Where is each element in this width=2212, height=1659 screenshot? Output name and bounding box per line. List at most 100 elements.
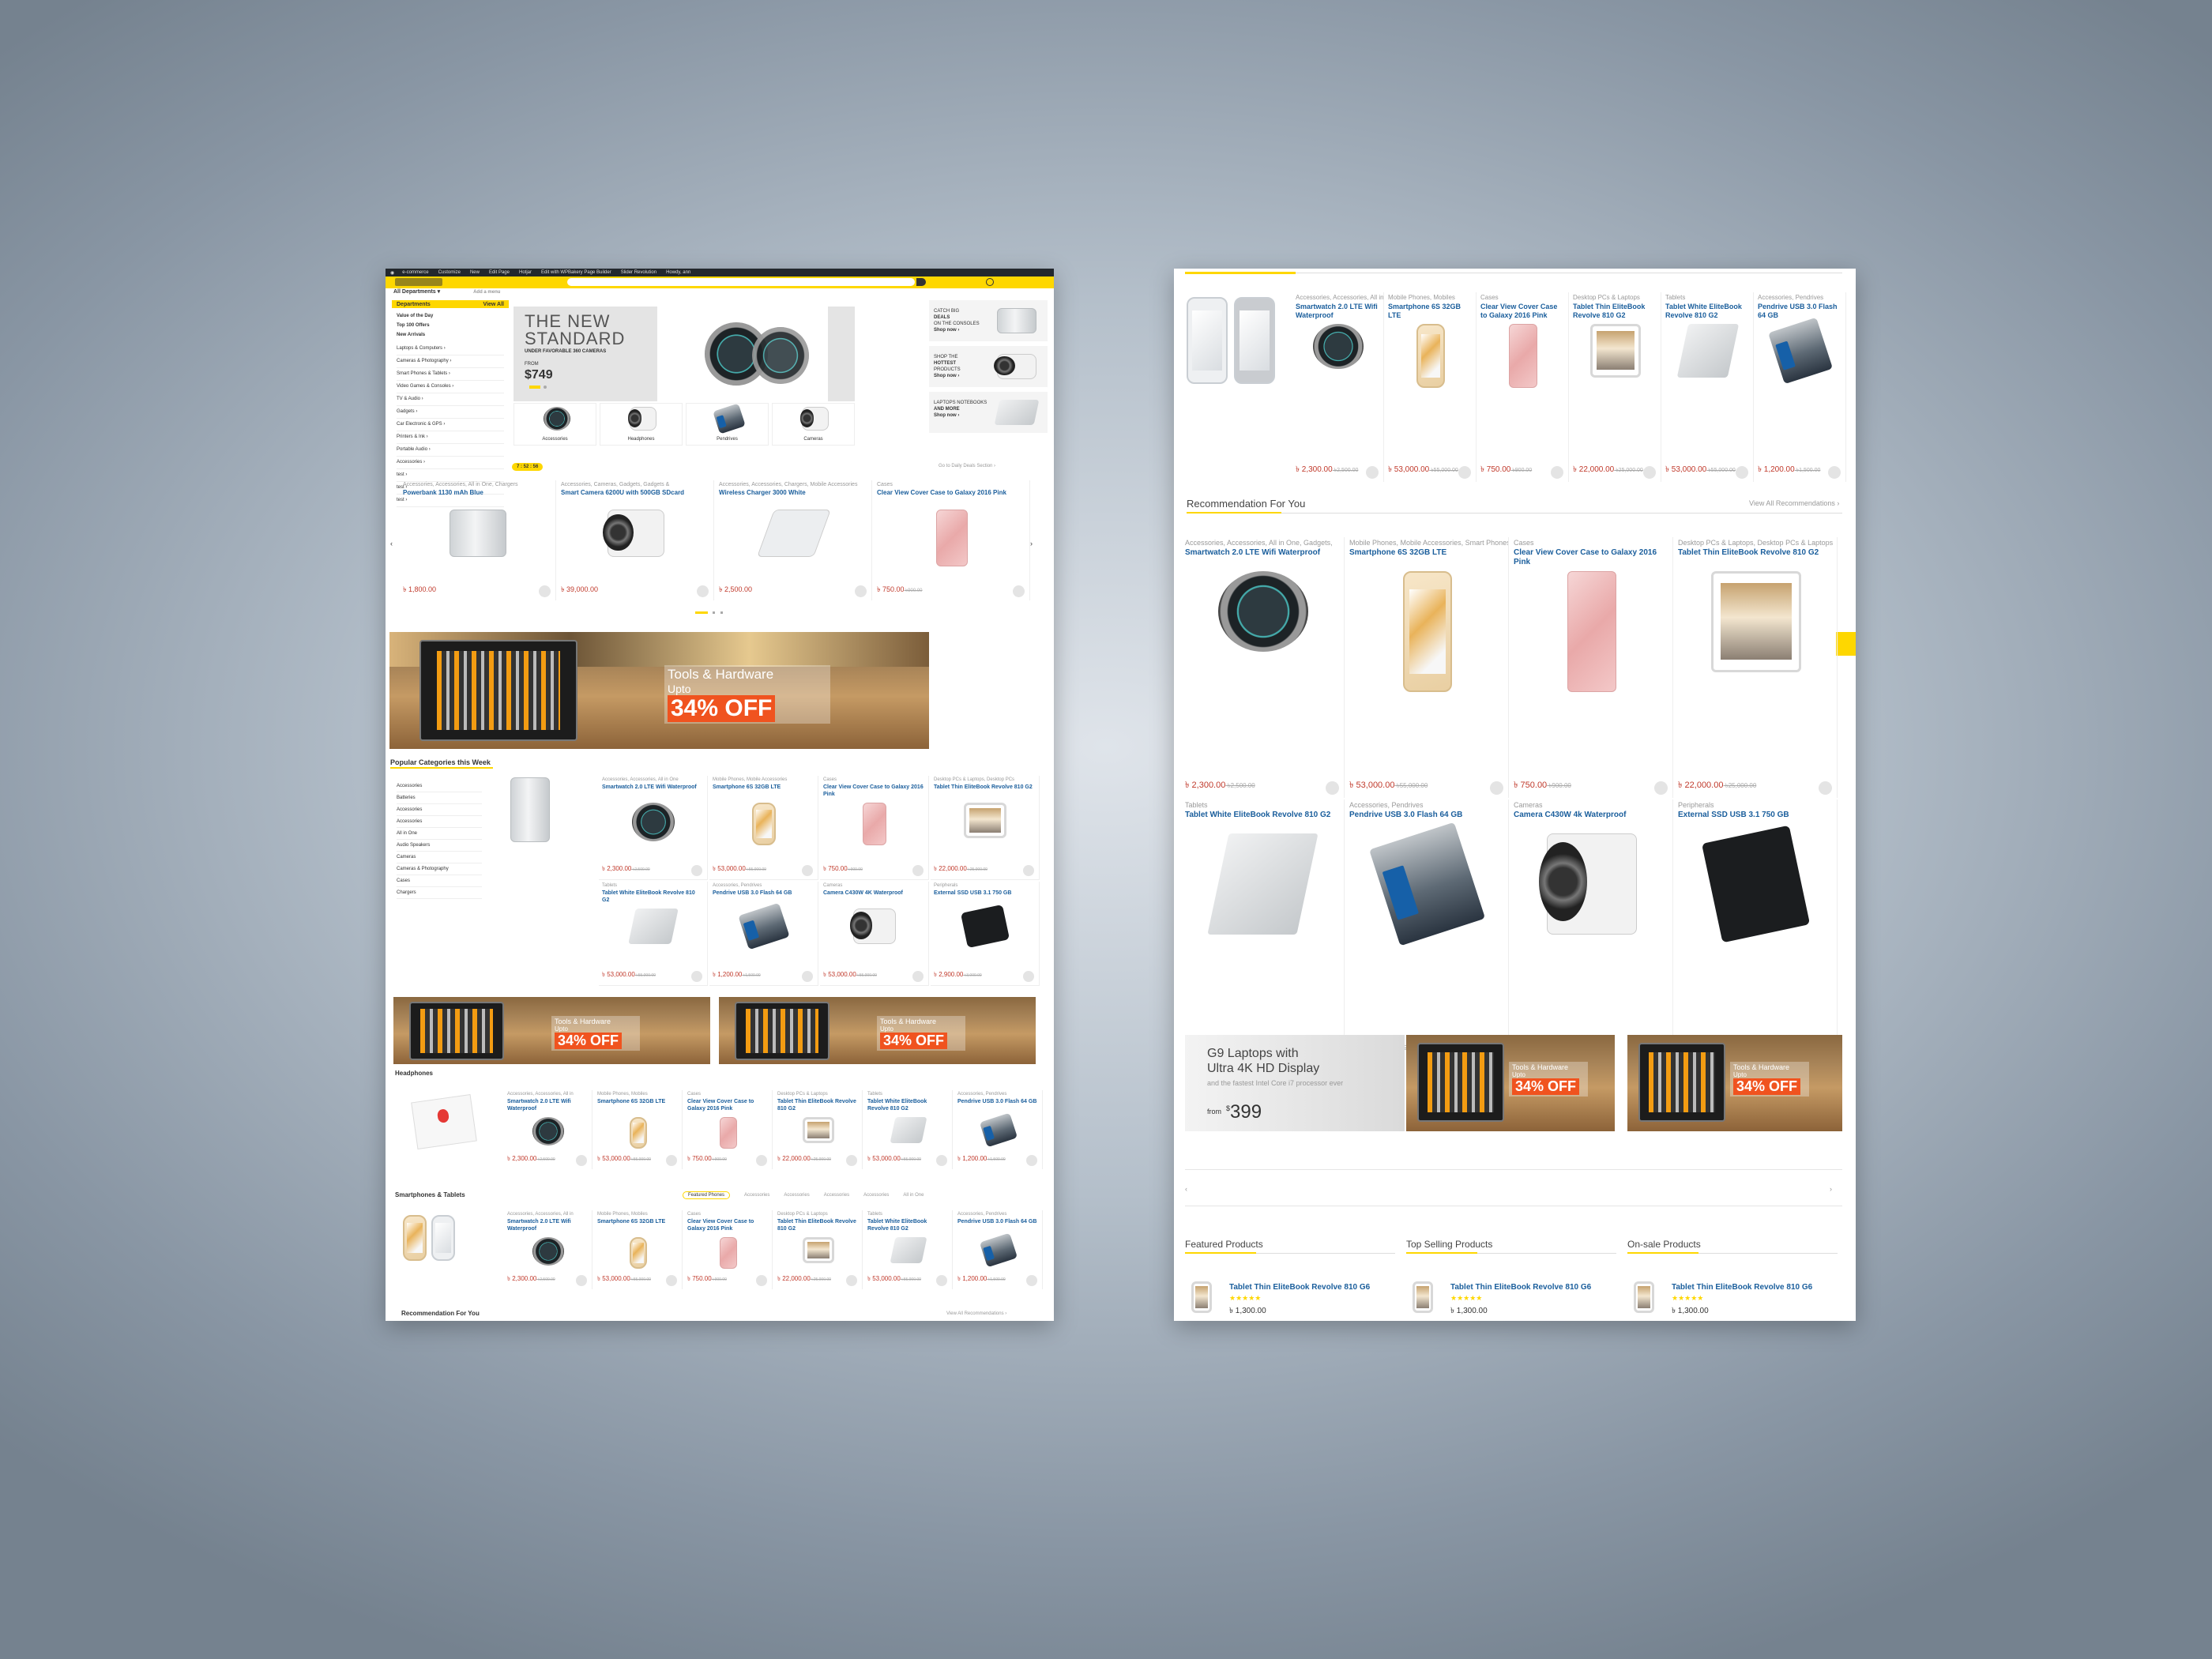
add-to-cart-icon[interactable]	[691, 865, 702, 876]
product-card[interactable]: CamerasCamera C430W 4k Waterproof৳ 53,00…	[1510, 799, 1673, 1060]
product-name[interactable]: Smartwatch 2.0 LTE Wifi Waterproof	[599, 784, 707, 798]
product-name[interactable]: Clear View Cover Case to Galaxy 2016 Pin…	[874, 489, 1029, 505]
add-to-cart-icon[interactable]	[802, 865, 813, 876]
search-input[interactable]	[567, 278, 915, 286]
column-item-name[interactable]: Tablet Thin EliteBook Revolve 810 G6	[1672, 1283, 1812, 1292]
add-to-cart-icon[interactable]	[1654, 781, 1668, 795]
carousel-dot[interactable]	[720, 611, 723, 614]
product-name[interactable]: Smartphone 6S 32GB LTE	[594, 1098, 682, 1112]
product-card[interactable]: Desktop PCs & Laptops, Desktop PCs & Lap…	[1675, 537, 1838, 798]
daily-deals-link[interactable]: Go to Daily Deals Section ›	[939, 464, 995, 468]
product-card[interactable]: Accessories, Cameras, Gadgets, Gadgets &…	[558, 480, 714, 600]
sidebar-highlight-item[interactable]: Value of the Day	[397, 311, 504, 321]
product-name[interactable]: Pendrive USB 3.0 Flash 64 GB	[954, 1098, 1042, 1112]
product-name[interactable]: Powerbank 1130 mAh Blue	[400, 489, 555, 505]
product-name[interactable]: Tablet White EliteBook Revolve 810 G2	[1182, 811, 1344, 830]
product-card[interactable]: Cases Clear View Cover Case to Galaxy 201…	[684, 1090, 773, 1169]
product-name[interactable]: Clear View Cover Case to Galaxy 2016 Pin…	[684, 1098, 772, 1112]
add-to-cart-icon[interactable]	[1026, 1155, 1037, 1166]
product-card[interactable]: Accessories, Pendrives Pendrive USB 3.0 F…	[954, 1210, 1043, 1289]
add-to-cart-icon[interactable]	[802, 971, 813, 982]
product-card[interactable]: Tablets Tablet White EliteBook Revolve 81…	[864, 1090, 953, 1169]
tools-banner-2[interactable]: Tools & Hardware Upto 34% OFF	[1627, 1035, 1842, 1131]
product-name[interactable]: Clear View Cover Case to Galaxy 2016 Pin…	[820, 784, 928, 798]
promo-shop-link[interactable]: Shop now ›	[934, 327, 989, 333]
popular-category-item[interactable]: Audio Speakers	[397, 840, 482, 852]
promo-shop-link[interactable]: Shop now ›	[934, 412, 989, 419]
category-tile[interactable]: Headphones	[600, 403, 683, 446]
admin-bar-item[interactable]: Slider Revolution	[621, 270, 656, 275]
product-card[interactable]: Cases Clear View Cover Case to Galaxy 201…	[820, 776, 929, 880]
add-to-cart-icon[interactable]	[697, 585, 709, 597]
product-name[interactable]: Smartwatch 2.0 LTE Wifi Waterproof	[504, 1098, 592, 1112]
popular-category-item[interactable]: Cases	[397, 875, 482, 887]
search-icon[interactable]	[916, 278, 926, 286]
category-tile[interactable]: Pendrives	[686, 403, 769, 446]
view-all-link[interactable]: View All	[483, 302, 504, 307]
product-name[interactable]: Tablet White EliteBook Revolve 810 G2	[864, 1098, 952, 1112]
product-card[interactable]: Accessories, Accessories, All in One, Ch…	[400, 480, 556, 600]
category-tile[interactable]: Accessories	[514, 403, 596, 446]
product-card[interactable]: Desktop PCs & Laptops, Desktop PCs Tablet…	[931, 776, 1040, 880]
product-card[interactable]: Cases Clear View Cover Case to Galaxy 201…	[874, 480, 1030, 600]
product-name[interactable]: Smartphone 6S 32GB LTE	[1385, 303, 1476, 320]
product-card[interactable]: Mobile Phones, Mobiles Smartphone 6S 32GB…	[1385, 292, 1477, 482]
product-card[interactable]: Accessories, Accessories, All in Smartwat…	[504, 1090, 592, 1169]
product-card[interactable]: Accessories, Pendrives Pendrive USB 3.0 F…	[1755, 292, 1846, 482]
carousel-next-icon[interactable]: ›	[1030, 540, 1033, 547]
add-to-cart-icon[interactable]	[666, 1155, 677, 1166]
product-card[interactable]: Tablets Tablet White EliteBook Revolve 81…	[864, 1210, 953, 1289]
sidebar-category-item[interactable]: Accessories ›	[397, 457, 504, 469]
tab-0[interactable]: Featured Phones	[683, 1191, 731, 1199]
view-all-recommendations-link[interactable]: View All Recommendations ›	[946, 1311, 1006, 1316]
add-to-cart-icon[interactable]	[1458, 466, 1471, 479]
product-card[interactable]: Accessories, Accessories, All in Smartwat…	[1292, 292, 1384, 482]
product-card[interactable]: Accessories, Accessories, All in One, Ga…	[1182, 537, 1345, 798]
tab-4[interactable]: Accessories	[863, 1193, 889, 1198]
slider-dot-active[interactable]	[529, 386, 540, 389]
popular-category-item[interactable]: Batteries	[397, 792, 482, 804]
product-card[interactable]: Mobile Phones, Mobile Accessories Smartph…	[709, 776, 818, 880]
popular-category-item[interactable]: Chargers	[397, 887, 482, 899]
product-name[interactable]: Pendrive USB 3.0 Flash 64 GB	[709, 890, 818, 904]
popular-category-item[interactable]: Cameras	[397, 852, 482, 863]
product-name[interactable]: Clear View Cover Case to Galaxy 2016 Pin…	[684, 1218, 772, 1232]
sidebar-highlight-item[interactable]: New Arrivals	[397, 330, 504, 340]
add-to-cart-icon[interactable]	[1736, 466, 1748, 479]
product-name[interactable]: Tablet Thin EliteBook Revolve 810 G2	[1675, 548, 1837, 567]
add-to-cart-icon[interactable]	[691, 971, 702, 982]
product-card[interactable]: Desktop PCs & Laptops Tablet Thin EliteBo…	[774, 1210, 863, 1289]
add-to-cart-icon[interactable]	[1490, 781, 1503, 795]
product-name[interactable]: Pendrive USB 3.0 Flash 64 GB	[1755, 303, 1845, 320]
category-tile[interactable]: Cameras	[772, 403, 855, 446]
sidebar-category-item[interactable]: Cameras & Photography ›	[397, 356, 504, 368]
product-name[interactable]: Tablet White EliteBook Revolve 810 G2	[599, 890, 707, 904]
column-item-name[interactable]: Tablet Thin EliteBook Revolve 810 G6	[1229, 1283, 1370, 1292]
tab-3[interactable]: Accessories	[824, 1193, 849, 1198]
add-to-cart-icon[interactable]	[1026, 1275, 1037, 1286]
popular-category-item[interactable]: All in One	[397, 828, 482, 840]
product-name[interactable]: Tablet White EliteBook Revolve 810 G2	[864, 1218, 952, 1232]
product-name[interactable]: Smartwatch 2.0 LTE Wifi Waterproof	[1292, 303, 1383, 320]
product-name[interactable]: Pendrive USB 3.0 Flash 64 GB	[954, 1218, 1042, 1232]
product-card[interactable]: Accessories, Pendrives Pendrive USB 3.0 F…	[709, 882, 818, 986]
promo-tile[interactable]: CATCH BIG DEALS ON THE CONSOLES Shop now ›	[929, 300, 1048, 341]
product-card[interactable]: Tablets Tablet White EliteBook Revolve 81…	[1182, 799, 1345, 1060]
product-name[interactable]: Tablet Thin EliteBook Revolve 810 G2	[1570, 303, 1661, 320]
product-name[interactable]: Smartphone 6S 32GB LTE	[709, 784, 818, 798]
sidebar-category-item[interactable]: Smart Phones & Tablets ›	[397, 368, 504, 381]
product-card[interactable]: Desktop PCs & Laptops Tablet Thin EliteBo…	[774, 1090, 863, 1169]
sidebar-category-item[interactable]: Printers & Ink ›	[397, 431, 504, 444]
add-to-cart-icon[interactable]	[576, 1155, 587, 1166]
product-card[interactable]: Mobile Phones, Mobile Accessories, Smart…	[1346, 537, 1509, 798]
side-tab[interactable]	[1836, 632, 1856, 656]
add-to-cart-icon[interactable]	[1023, 971, 1034, 982]
all-departments-button[interactable]: All Departments	[393, 289, 436, 295]
admin-bar-item[interactable]: New	[470, 270, 480, 275]
tab-1[interactable]: Accessories	[744, 1193, 769, 1198]
product-card[interactable]: Accessories, Accessories, All in One Smar…	[599, 776, 708, 880]
admin-bar-item[interactable]: Edit with WPBakery Page Builder	[541, 270, 611, 275]
tools-banner-1[interactable]: Tools & Hardware Upto 34% OFF	[1406, 1035, 1615, 1131]
popular-category-item[interactable]: Accessories	[397, 804, 482, 816]
add-to-cart-icon[interactable]	[912, 865, 924, 876]
